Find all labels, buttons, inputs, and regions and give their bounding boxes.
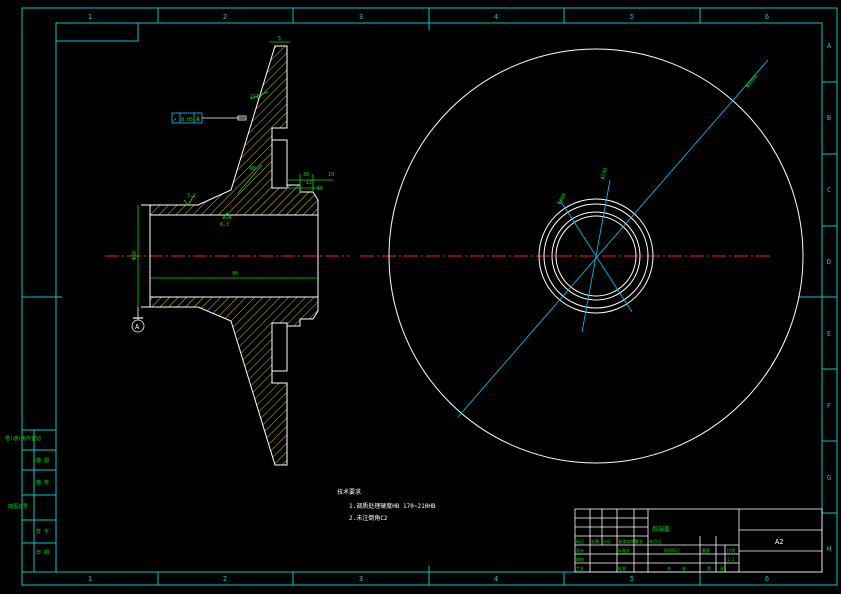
cad-drawing-sheet: 1 2 3 4 5 6 1 2 3 4 5 6 A B C D E F G H [5,7,838,586]
dim-section: R8 [250,166,256,172]
hatched-section-upper [149,45,319,216]
tech-title: 技术要求 [337,488,361,496]
tolerance-datum: A [196,116,200,123]
datum-label: A [135,323,140,331]
side-label: 日 期 [36,550,49,556]
side-label: 描 校 [36,479,49,486]
tb-cell: 比例 [727,547,735,553]
tb-cell: 张 [682,565,686,571]
dim-large-circle: Φ1000 [745,74,759,89]
dim-step-b: 10 [328,172,334,178]
roughness-bottom: 6.3 [220,222,229,228]
dim-hub-a: Φ300 [557,193,568,206]
dim-bore: Φ50 [132,251,138,260]
diameter-leader-large [457,59,769,418]
row-label: C [827,186,831,194]
tb-cell: 处数 [591,538,599,544]
tb-cell: 标准化 [618,547,630,553]
tech-item: 2.未注倒角C2 [349,514,388,522]
tolerance-symbol: ↗ [173,116,177,123]
dim-step-a: 30 [303,172,309,178]
tb-cell: 审核 [576,556,584,562]
dim-top-width: 5 [278,36,281,42]
side-label: 借(通)用件登记 [5,435,41,442]
tb-cell: 张 [720,565,724,571]
row-label: A [827,42,832,50]
col-label: 4 [494,13,498,21]
tb-cell: 标记 [576,538,584,544]
tb-cell: 年月日 [649,538,661,544]
dim-step-c: 12 [306,180,312,186]
col-label: 4 [494,575,498,583]
row-label: F [827,402,831,410]
geometric-tolerance-frame: ↗ 0.05 A [171,112,247,124]
top-left-code-box [55,22,139,42]
tb-cell: 共 [667,565,671,571]
tech-item: 1.调质处理硬度HB 170~210HB [349,502,436,510]
title-block: 后端盖 A2 标记 处数 分区 更改文件号 签名 年月日 设计 标准化 阶段标记… [574,508,823,573]
drawing-frame [21,7,838,586]
technical-requirements: 技术要求 1.调质处理硬度HB 170~210HB 2.未注倒角C2 [337,488,436,522]
tb-cell: 工艺 [576,566,584,571]
col-label: 2 [223,575,227,583]
side-label: 描 图 [36,457,49,464]
row-label: G [827,474,831,482]
section-view: 5 2/1 R8 30 10 12 12 3.2 6.3 90 Φ50 ↗ 0.… [105,36,350,466]
part-name: 后端盖 [652,525,670,533]
dim-step-d: 12 [317,186,323,192]
tb-cell: 分区 [603,538,611,544]
tolerance-value: 0.05 [181,117,193,123]
lower-recess [271,322,288,372]
hatched-section-lower [149,296,319,466]
tb-cell: 第 [707,565,711,571]
row-label: H [827,545,831,553]
upper-recess [271,139,288,189]
tb-cell: 重量 [702,547,710,553]
dim-hub-b: Φ240 [600,167,609,180]
col-label: 3 [359,13,363,21]
side-label: 签 字 [36,528,49,535]
sheet-size: A2 [775,538,783,546]
col-label: 5 [630,575,634,583]
col-label: 1 [88,13,92,21]
roughness-left: 3.2 [187,193,196,199]
col-label: 1 [88,575,92,583]
tb-cell: 1:1 [727,557,735,562]
row-label: B [827,114,831,122]
tb-cell: 阶段标记 [664,547,680,553]
col-label: 6 [765,13,769,21]
side-label: 底图总号 [8,503,28,510]
dim-length: 90 [232,271,238,277]
side-register-block: 借(通)用件登记 描 图 描 校 底图总号 签 字 日 期 [5,429,57,573]
dim-upper-small: 2/1 [250,94,259,100]
row-label: E [827,330,831,338]
tb-cell: 签名 [635,538,643,544]
col-label: 3 [359,575,363,583]
end-view: Φ1000 Φ300 Φ240 [360,48,804,464]
tb-cell: 批准 [618,565,626,571]
col-label: 6 [765,575,769,583]
tb-cell: 设计 [576,547,584,553]
col-label: 2 [223,13,227,21]
col-label: 5 [630,13,634,21]
row-label: D [827,258,831,266]
datum-symbol: A [131,307,145,333]
